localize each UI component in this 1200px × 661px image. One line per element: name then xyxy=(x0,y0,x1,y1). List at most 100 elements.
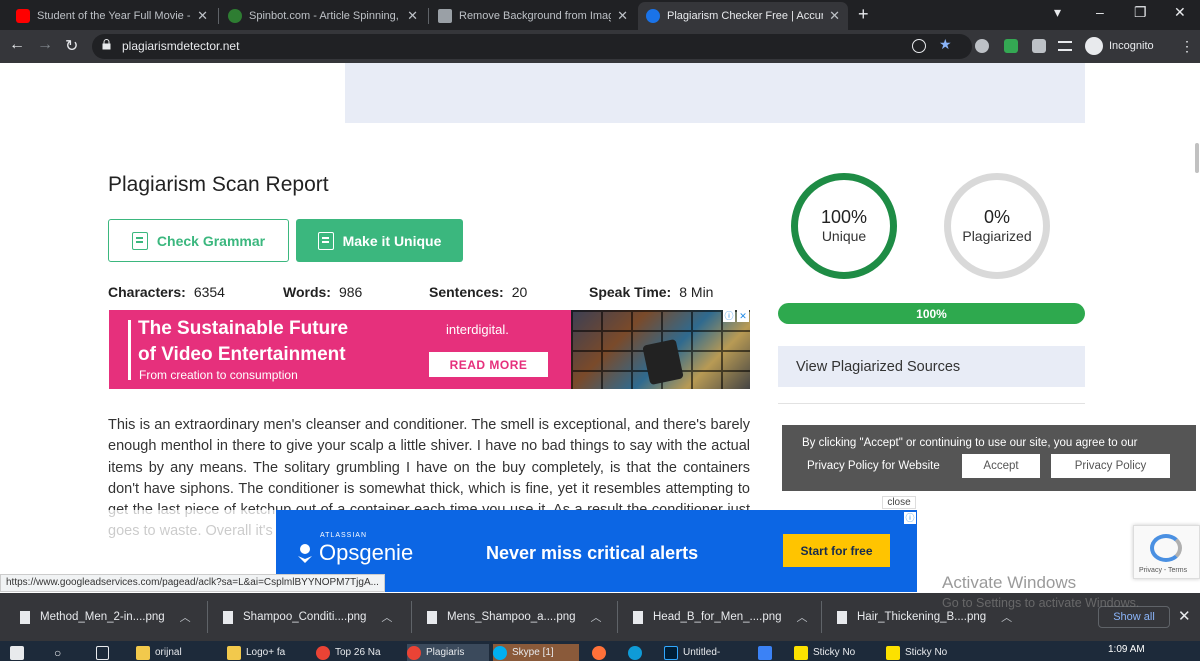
document-search-icon xyxy=(317,231,334,250)
bookmark-star-icon[interactable]: ★ xyxy=(939,36,953,52)
unique-ring: 100% Unique xyxy=(791,173,897,279)
taskbar-skype[interactable]: Skype [1] xyxy=(493,644,579,661)
recaptcha-icon xyxy=(1150,534,1182,562)
taskbar-sticky-1[interactable]: Sticky No xyxy=(794,644,866,661)
atlassian-label: ATLASSIAN xyxy=(320,532,367,539)
windows-start-icon[interactable] xyxy=(10,644,30,661)
extension-globe-icon[interactable] xyxy=(975,39,989,53)
close-tab-icon[interactable]: ✕ xyxy=(407,8,418,24)
download-item[interactable]: Head_B_for_Men_....png ︿ xyxy=(633,593,808,641)
download-item[interactable]: Shampoo_Conditi....png ︿ xyxy=(223,593,392,641)
file-icon xyxy=(633,610,643,624)
tab-title: Spinbot.com - Article Spinning, T xyxy=(249,10,402,22)
ad-headline-1: The Sustainable Future xyxy=(138,318,349,339)
shelf-divider xyxy=(411,601,412,633)
browser-tab-3[interactable]: Remove Background from Image ✕ xyxy=(430,2,636,30)
incognito-profile[interactable]: Incognito xyxy=(1085,36,1154,56)
close-tab-icon[interactable]: ✕ xyxy=(617,8,628,24)
taskbar-folder-logo[interactable]: Logo+ fa xyxy=(227,644,293,661)
taskbar-label: orijnal xyxy=(155,647,182,658)
close-window-icon[interactable]: ✕ xyxy=(1174,4,1186,21)
check-grammar-button[interactable]: Check Grammar xyxy=(108,219,289,262)
photoshop-icon xyxy=(664,645,678,660)
scrollbar-thumb[interactable] xyxy=(1195,143,1199,173)
download-item[interactable]: Mens_Shampoo_a....png ︿ xyxy=(427,593,602,641)
search-icon[interactable]: ○ xyxy=(54,644,72,661)
recaptcha-badge[interactable]: Privacy - Terms xyxy=(1133,525,1200,579)
ad-brand: interdigital. xyxy=(446,322,509,337)
interdigital-ad[interactable]: The Sustainable Future of Video Entertai… xyxy=(109,310,750,389)
download-item[interactable]: Method_Men_2-in....png ︿ xyxy=(20,593,191,641)
taskbar-label: Top 26 Na xyxy=(335,647,381,658)
taskbar-photoshop[interactable]: Untitled- xyxy=(664,644,736,661)
accept-cookies-button[interactable]: Accept xyxy=(962,454,1040,478)
forward-arrow-icon[interactable]: → xyxy=(37,36,53,54)
download-filename: Hair_Thickening_B....png xyxy=(857,611,987,623)
menu-kebab-icon[interactable]: ⋮ xyxy=(1180,38,1194,55)
taskbar-firefox[interactable] xyxy=(592,644,612,661)
adchoices-icon[interactable]: ⓘ xyxy=(723,310,735,322)
close-tab-icon[interactable]: ✕ xyxy=(829,8,840,24)
taskbar-chrome-top26[interactable]: Top 26 Na xyxy=(316,644,388,661)
new-tab-icon[interactable]: + xyxy=(858,4,869,25)
task-view-glyph xyxy=(96,645,109,660)
incognito-label: Incognito xyxy=(1109,40,1154,52)
browser-tab-2[interactable]: Spinbot.com - Article Spinning, T ✕ xyxy=(220,2,426,30)
taskbar-folder-orijnal[interactable]: orijnal xyxy=(136,644,192,661)
taskbar-edge[interactable] xyxy=(628,644,648,661)
taskbar-chrome-plagiaris[interactable]: Plagiaris xyxy=(407,644,489,661)
adchoices-icon[interactable]: ⓘ xyxy=(904,512,916,524)
sticky-notes-icon xyxy=(794,645,808,660)
stat-value: 986 xyxy=(338,284,363,300)
windows-watermark-subtitle: Go to Settings to activate Windows. xyxy=(942,596,1140,610)
youtube-icon xyxy=(16,9,30,23)
taskbar-label: Sticky No xyxy=(905,647,948,658)
close-tab-icon[interactable]: ✕ xyxy=(197,8,208,24)
taskbar-app[interactable] xyxy=(758,644,778,661)
chevron-up-icon[interactable]: ︿ xyxy=(1001,609,1012,625)
puzzle-extensions-icon[interactable] xyxy=(1032,39,1046,53)
chevron-up-icon[interactable]: ︿ xyxy=(797,609,808,625)
shelf-divider xyxy=(617,601,618,633)
ad-close-icon[interactable]: ✕ xyxy=(737,310,749,322)
file-icon xyxy=(20,610,30,624)
view-plagiarized-sources-button[interactable]: View Plagiarized Sources xyxy=(778,346,1085,387)
reading-list-icon[interactable] xyxy=(1058,41,1072,51)
close-ad-button[interactable]: close xyxy=(882,496,916,509)
start-for-free-button[interactable]: Start for free xyxy=(783,534,890,567)
tab-search-icon[interactable]: ▾ xyxy=(1054,4,1061,21)
browser-tab-1[interactable]: Student of the Year Full Movie - Y ✕ xyxy=(8,2,216,30)
task-view-icon[interactable] xyxy=(96,644,114,661)
make-unique-button[interactable]: Make it Unique xyxy=(296,219,463,262)
back-arrow-icon[interactable]: ← xyxy=(9,36,25,54)
chevron-up-icon[interactable]: ︿ xyxy=(591,609,602,625)
tab-title: Plagiarism Checker Free | Accura xyxy=(667,10,824,22)
taskbar-sticky-2[interactable]: Sticky No xyxy=(886,644,958,661)
cookie-banner: By clicking "Accept" or continuing to us… xyxy=(782,425,1196,491)
browser-tab-active[interactable]: Plagiarism Checker Free | Accura ✕ xyxy=(638,2,848,30)
stat-speak-time: Speak Time: 8 Min xyxy=(589,284,713,300)
tab-divider xyxy=(218,8,219,24)
chevron-up-icon[interactable]: ︿ xyxy=(180,609,191,625)
removebg-icon xyxy=(438,9,452,23)
sticky-notes-icon xyxy=(886,645,900,660)
maximize-icon[interactable]: ❐ xyxy=(1134,4,1147,21)
extension-icon[interactable] xyxy=(1004,39,1018,53)
minimize-icon[interactable]: – xyxy=(1096,4,1104,20)
reload-icon[interactable]: ↻ xyxy=(65,36,78,56)
privacy-policy-button[interactable]: Privacy Policy xyxy=(1051,454,1170,478)
system-clock[interactable]: 1:09 AM xyxy=(1108,644,1145,655)
close-shelf-icon[interactable]: ✕ xyxy=(1178,607,1191,625)
ad-subtitle: From creation to consumption xyxy=(139,368,298,382)
folder-icon xyxy=(227,645,241,660)
chevron-up-icon[interactable]: ︿ xyxy=(381,609,392,625)
tab-title: Remove Background from Image xyxy=(459,10,612,22)
cookie-message: By clicking "Accept" or continuing to us… xyxy=(802,437,1138,449)
privacy-policy-link[interactable]: Privacy Policy for Website xyxy=(807,460,940,472)
plagiarized-percent: 0% xyxy=(983,207,1010,227)
address-bar[interactable]: plagiarismdetector.net xyxy=(92,34,972,59)
tracking-off-icon[interactable] xyxy=(912,39,926,53)
ad-read-more-button[interactable]: READ MORE xyxy=(429,352,548,377)
plagiarized-ring: 0% Plagiarized xyxy=(944,173,1050,279)
recaptcha-terms[interactable]: Privacy - Terms xyxy=(1139,567,1187,574)
